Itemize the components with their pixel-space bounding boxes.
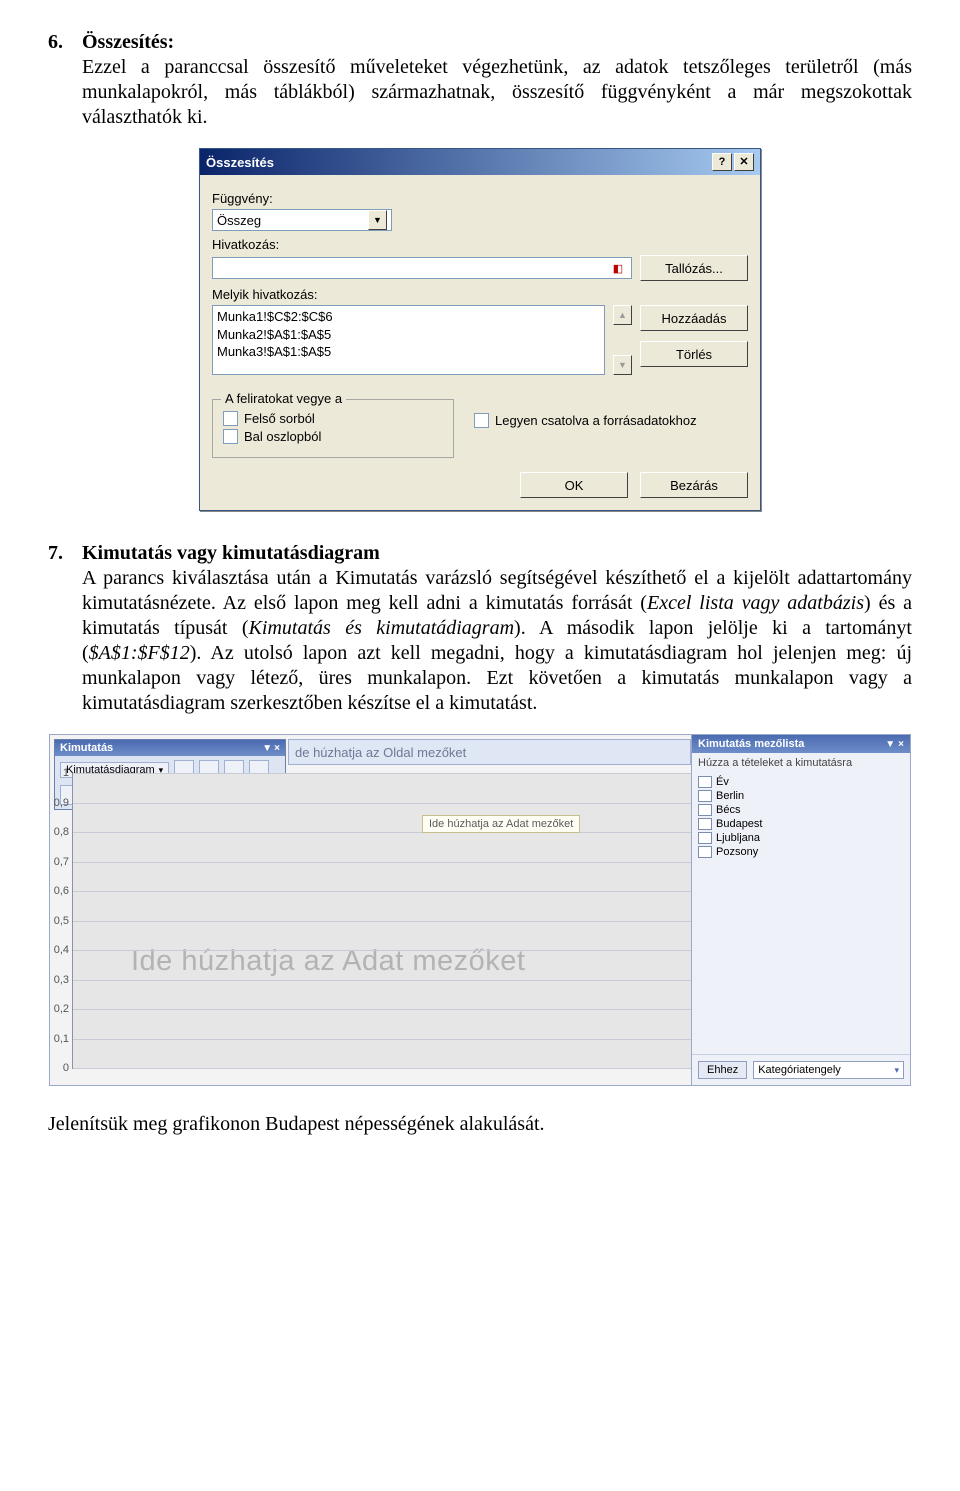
whichref-label: Melyik hivatkozás:: [212, 287, 748, 302]
fieldlist-close-icon[interactable]: ×: [898, 739, 904, 750]
data-field-dropzone-strip[interactable]: Ide húzhatja az Adat mezőket: [422, 815, 580, 833]
labelsfrom-legend: A feliratokat vegye a: [221, 391, 346, 406]
pivot-chart-editor: Kimutatás ▼ × Kimutatásdiagram▾: [49, 734, 911, 1086]
function-value: Összeg: [217, 213, 261, 228]
field-icon: [698, 846, 712, 858]
section-6-title: Összesítés:: [82, 31, 174, 53]
toolbar-chevron-icon[interactable]: ▼: [262, 743, 272, 754]
help-icon[interactable]: ?: [712, 153, 732, 171]
field-icon: [698, 776, 712, 788]
checkbox-icon: [223, 411, 238, 426]
left-col-checkbox[interactable]: Bal oszlopból: [223, 429, 443, 444]
fieldlist-item[interactable]: Berlin: [696, 789, 906, 803]
scroll-up-icon[interactable]: ▲: [613, 305, 632, 325]
delete-button[interactable]: Törlés: [640, 341, 748, 367]
chart-plot-area[interactable]: Ide húzhatja az Adat mezőket 10,90,80,70…: [72, 773, 691, 1069]
fieldlist-item[interactable]: Év: [696, 775, 906, 789]
target-axis-select[interactable]: Kategóriatengely ▾: [753, 1061, 904, 1079]
y-tick-label: 0,8: [39, 826, 69, 838]
dialog-titlebar[interactable]: Összesítés ? ✕: [200, 149, 760, 175]
dialog-title: Összesítés: [206, 155, 710, 170]
function-combo[interactable]: Összeg ▼: [212, 209, 392, 231]
fieldlist-title: Kimutatás mezőlista: [698, 738, 804, 750]
y-tick-label: 0,1: [39, 1033, 69, 1045]
y-tick-label: 0,5: [39, 915, 69, 927]
fieldlist-chevron-icon[interactable]: ▼: [885, 739, 895, 750]
y-tick-label: 1: [39, 767, 69, 779]
ok-button[interactable]: OK: [520, 472, 628, 498]
fieldlist-item[interactable]: Bécs: [696, 803, 906, 817]
field-icon: [698, 790, 712, 802]
fieldlist-item[interactable]: Ljubljana: [696, 831, 906, 845]
reference-label: Hivatkozás:: [212, 237, 748, 252]
y-tick-label: 0,4: [39, 944, 69, 956]
section-6-text: Ezzel a paranccsal összesítő műveleteket…: [82, 56, 912, 128]
fieldlist-subtitle: Húzza a tételeket a kimutatásra: [692, 753, 910, 773]
add-button[interactable]: Hozzáadás: [640, 305, 748, 331]
reference-listbox[interactable]: Munka1!$C$2:$C$6 Munka2!$A$1:$A$5 Munka3…: [212, 305, 605, 375]
chevron-down-icon[interactable]: ▼: [368, 210, 387, 230]
page-field-dropzone[interactable]: de húzhatja az Oldal mezőket: [288, 739, 691, 765]
list-item[interactable]: Munka1!$C$2:$C$6: [217, 308, 600, 326]
y-tick-label: 0,9: [39, 797, 69, 809]
close-icon[interactable]: ✕: [734, 153, 754, 171]
fieldlist-item[interactable]: Pozsony: [696, 845, 906, 859]
y-tick-label: 0,6: [39, 885, 69, 897]
field-icon: [698, 804, 712, 816]
section-7-title: Kimutatás vagy kimutatásdiagram: [82, 542, 380, 564]
field-icon: [698, 832, 712, 844]
function-label: Függvény:: [212, 191, 748, 206]
checkbox-icon: [223, 429, 238, 444]
list-item[interactable]: Munka2!$A$1:$A$5: [217, 326, 600, 344]
footer-sentence: Jelenítsük meg grafikonon Budapest népes…: [48, 1112, 912, 1137]
y-tick-label: 0,3: [39, 974, 69, 986]
scroll-down-icon[interactable]: ▼: [613, 355, 632, 375]
pivot-toolbar-title: Kimutatás: [60, 742, 113, 754]
checkbox-icon: [474, 413, 489, 428]
pivot-field-list: Kimutatás mezőlista ▼ × Húzza a tételeke…: [691, 735, 910, 1085]
y-tick-label: 0,2: [39, 1003, 69, 1015]
y-tick-label: 0,7: [39, 856, 69, 868]
reference-input[interactable]: ◧: [212, 257, 632, 279]
browse-button[interactable]: Tallózás...: [640, 255, 748, 281]
top-row-checkbox[interactable]: Felső sorból: [223, 411, 443, 426]
range-selector-icon[interactable]: ◧: [609, 259, 627, 277]
fieldlist-item[interactable]: Budapest: [696, 817, 906, 831]
list-item[interactable]: Munka3!$A$1:$A$5: [217, 343, 600, 361]
link-source-checkbox[interactable]: Legyen csatolva a forrásadatokhoz: [474, 413, 697, 428]
toolbar-close-icon[interactable]: ×: [274, 743, 280, 754]
section-7: 7.Kimutatás vagy kimutatásdiagram A para…: [48, 541, 912, 716]
osszesites-dialog: Összesítés ? ✕ Függvény: Összeg ▼ Hivatk…: [199, 148, 761, 511]
field-icon: [698, 818, 712, 830]
y-tick-label: 0: [39, 1062, 69, 1074]
chevron-down-icon: ▾: [894, 1065, 899, 1076]
section-6: 6.Összesítés: Ezzel a paranccsal összesí…: [48, 30, 912, 130]
close-button[interactable]: Bezárás: [640, 472, 748, 498]
add-to-button[interactable]: Ehhez: [698, 1061, 747, 1079]
section-7-text: A parancs kiválasztása után a Kimutatás …: [82, 567, 912, 714]
